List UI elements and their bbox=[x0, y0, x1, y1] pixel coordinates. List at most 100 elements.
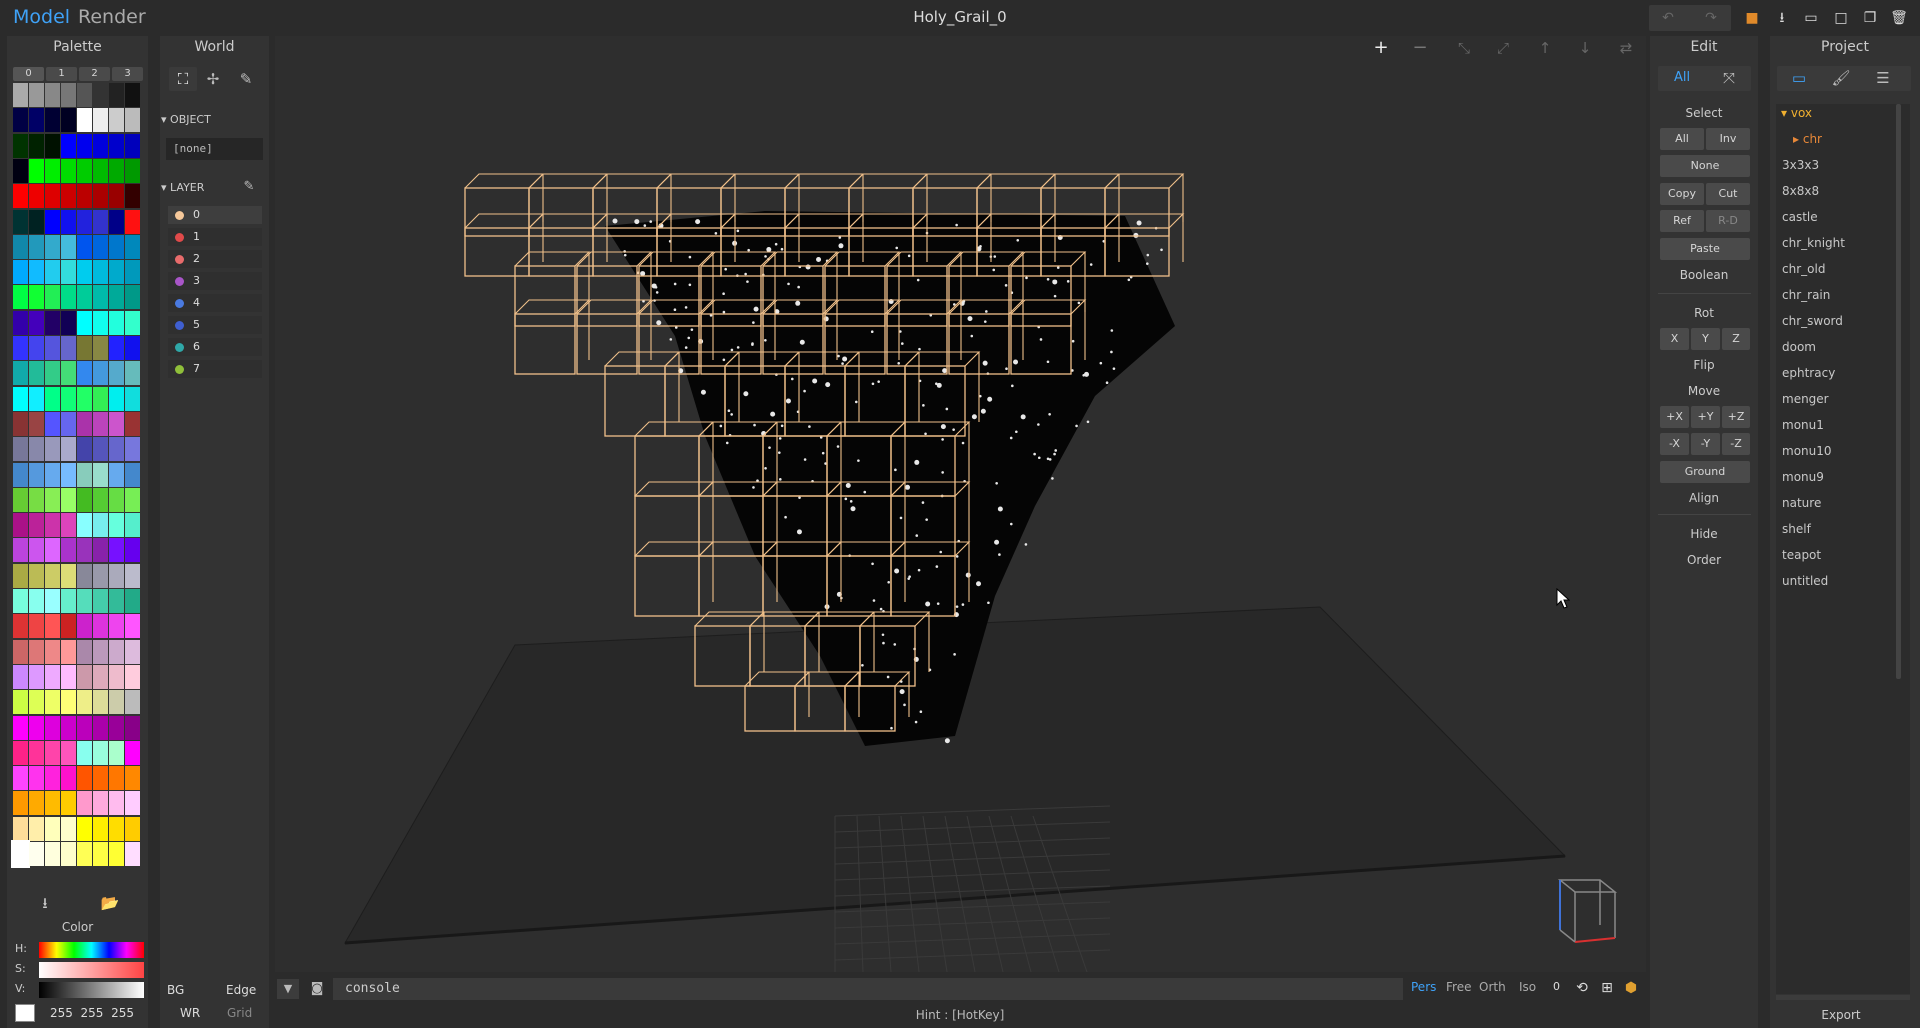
palette-swatch[interactable] bbox=[93, 83, 108, 107]
palette-swatch[interactable] bbox=[125, 639, 140, 664]
palette-swatch[interactable] bbox=[29, 184, 44, 209]
add-icon[interactable]: + bbox=[1370, 38, 1392, 58]
palette-tab-1[interactable]: 1 bbox=[46, 67, 77, 81]
palette-swatch[interactable] bbox=[13, 386, 28, 411]
palette-swatch[interactable] bbox=[109, 513, 124, 538]
palette-swatch[interactable] bbox=[77, 158, 92, 183]
palette-swatch[interactable] bbox=[29, 513, 44, 538]
palette-swatch[interactable] bbox=[45, 310, 60, 335]
palette-swatch[interactable] bbox=[109, 184, 124, 209]
palette-swatch[interactable] bbox=[61, 487, 76, 512]
palette-swatch[interactable] bbox=[93, 158, 108, 183]
palette-swatch[interactable] bbox=[125, 285, 140, 310]
palette-swatch[interactable] bbox=[93, 690, 108, 715]
palette-swatch[interactable] bbox=[13, 791, 28, 816]
grid-button[interactable]: Grid bbox=[227, 1006, 252, 1020]
palette-swatch[interactable] bbox=[13, 690, 28, 715]
palette-swatch[interactable] bbox=[125, 462, 140, 487]
project-file-item[interactable]: untitled bbox=[1782, 571, 1828, 591]
palette-swatch[interactable] bbox=[109, 336, 124, 360]
palette-swatch[interactable] bbox=[109, 842, 124, 866]
zoom-value[interactable]: 0 bbox=[1553, 980, 1560, 993]
palette-swatch[interactable] bbox=[93, 361, 108, 386]
palette-swatch[interactable] bbox=[109, 133, 124, 158]
palette-swatch[interactable] bbox=[61, 234, 76, 259]
new-icon[interactable]: □ bbox=[1830, 8, 1852, 28]
palette-swatch[interactable] bbox=[77, 487, 92, 512]
palette-swatch[interactable] bbox=[13, 310, 28, 335]
palette-swatch[interactable] bbox=[77, 589, 92, 613]
palette-swatch[interactable] bbox=[61, 664, 76, 689]
rot-y-button[interactable]: Y bbox=[1691, 328, 1720, 350]
palette-swatch[interactable] bbox=[93, 513, 108, 538]
palette-swatch[interactable] bbox=[61, 411, 76, 436]
palette-swatch[interactable] bbox=[93, 538, 108, 563]
palette-swatch[interactable] bbox=[77, 234, 92, 259]
palette-swatch[interactable] bbox=[29, 133, 44, 158]
swap-icon[interactable]: ⇄ bbox=[1615, 38, 1637, 58]
brush-tab-icon[interactable]: 🖌 bbox=[1830, 68, 1852, 88]
palette-swatch[interactable] bbox=[29, 386, 44, 411]
edge-button[interactable]: Edge bbox=[226, 983, 256, 997]
palette-swatch[interactable] bbox=[61, 816, 76, 841]
palette-swatch[interactable] bbox=[61, 184, 76, 209]
project-file-item[interactable]: teapot bbox=[1782, 545, 1821, 565]
palette-swatch[interactable] bbox=[13, 462, 28, 487]
palette-swatch[interactable] bbox=[61, 513, 76, 538]
palette-swatch[interactable] bbox=[61, 715, 76, 740]
palette-swatch[interactable] bbox=[93, 336, 108, 360]
palette-swatch[interactable] bbox=[29, 234, 44, 259]
palette-swatch[interactable] bbox=[29, 538, 44, 563]
project-file-item[interactable]: chr_sword bbox=[1782, 311, 1843, 331]
view-mode-orth[interactable]: Orth bbox=[1479, 980, 1506, 994]
palette-swatch[interactable] bbox=[61, 108, 76, 133]
palette-swatch[interactable] bbox=[29, 842, 44, 866]
palette-swatch[interactable] bbox=[125, 310, 140, 335]
box-icon[interactable]: ⬢ bbox=[1622, 978, 1640, 998]
palette-swatch[interactable] bbox=[125, 108, 140, 133]
palette-swatch[interactable] bbox=[109, 766, 124, 791]
palette-swatch[interactable] bbox=[13, 158, 28, 183]
palette-swatch[interactable] bbox=[109, 158, 124, 183]
save-icon[interactable]: ■ bbox=[1741, 8, 1763, 28]
palette-swatch[interactable] bbox=[109, 791, 124, 816]
palette-swatch[interactable] bbox=[125, 664, 140, 689]
palette-swatch[interactable] bbox=[109, 715, 124, 740]
palette-swatch[interactable] bbox=[125, 740, 140, 765]
palette-swatch[interactable] bbox=[77, 690, 92, 715]
saturation-slider[interactable] bbox=[39, 962, 144, 978]
layer-row[interactable]: 0 bbox=[168, 206, 262, 224]
palette-swatch[interactable] bbox=[61, 386, 76, 411]
palette-swatch[interactable] bbox=[125, 133, 140, 158]
palette-swatch[interactable] bbox=[13, 740, 28, 765]
project-hscroll[interactable] bbox=[1776, 995, 1910, 1000]
palette-swatch[interactable] bbox=[77, 740, 92, 765]
palette-swatch[interactable] bbox=[77, 437, 92, 462]
expand-icon[interactable]: ⤢ bbox=[1492, 38, 1514, 58]
palette-swatch[interactable] bbox=[77, 715, 92, 740]
project-file-item[interactable]: ephtracy bbox=[1782, 363, 1835, 383]
palette-swatch[interactable] bbox=[125, 614, 140, 639]
layer-section-header[interactable]: ▾ LAYER bbox=[161, 181, 204, 194]
view-mode-pers[interactable]: Pers bbox=[1411, 980, 1436, 994]
palette-swatch[interactable] bbox=[77, 411, 92, 436]
palette-swatch[interactable] bbox=[29, 108, 44, 133]
undo-icon[interactable]: ↶ bbox=[1657, 8, 1679, 28]
project-file-item[interactable]: doom bbox=[1782, 337, 1816, 357]
delete-icon[interactable]: 🗑 bbox=[1888, 8, 1910, 28]
palette-swatch[interactable] bbox=[93, 614, 108, 639]
palette-swatch[interactable] bbox=[29, 664, 44, 689]
palette-swatch[interactable] bbox=[29, 336, 44, 360]
palette-swatch[interactable] bbox=[61, 209, 76, 234]
palette-swatch[interactable] bbox=[77, 83, 92, 107]
palette-swatch[interactable] bbox=[125, 260, 140, 285]
palette-swatch[interactable] bbox=[61, 83, 76, 107]
hue-slider[interactable] bbox=[39, 942, 144, 958]
palette-tab-2[interactable]: 2 bbox=[79, 67, 110, 81]
flip-button[interactable]: Flip bbox=[1650, 358, 1758, 372]
remove-icon[interactable]: − bbox=[1409, 38, 1431, 58]
palette-swatch[interactable] bbox=[77, 791, 92, 816]
palette-swatch[interactable] bbox=[13, 614, 28, 639]
export-button[interactable]: Export bbox=[1770, 1008, 1912, 1022]
palette-swatch[interactable] bbox=[45, 614, 60, 639]
